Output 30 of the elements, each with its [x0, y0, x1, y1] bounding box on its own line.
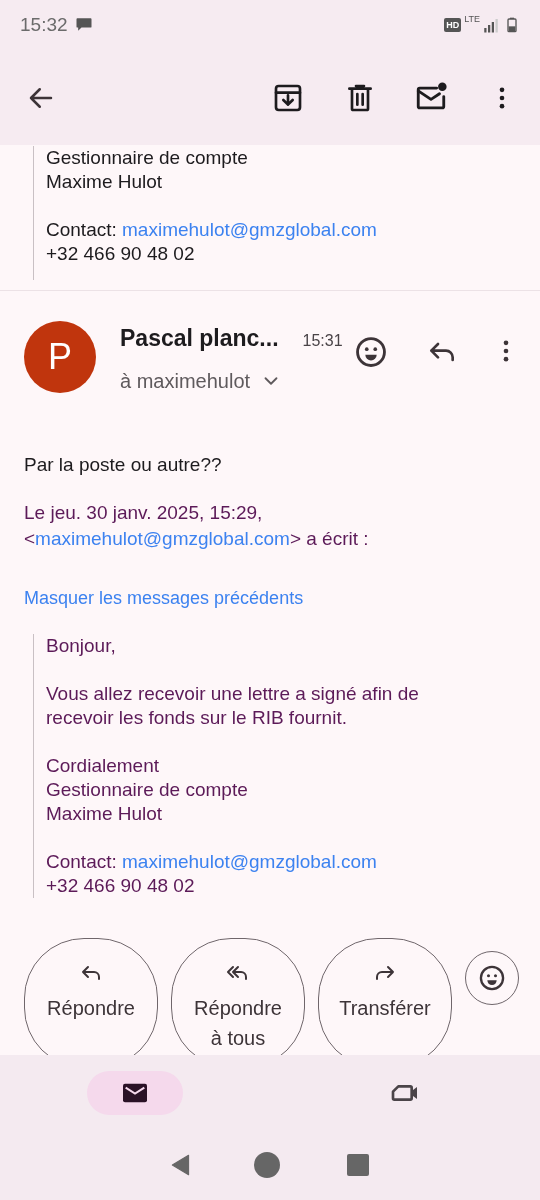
- quoted-text: Gestionnaire de compte: [46, 777, 249, 802]
- email-link[interactable]: maximehulot@gmzglobal.com: [35, 527, 290, 549]
- contact-line: Contact: maximehulot@gmzglobal.com: [46, 849, 378, 874]
- hd-badge: HD: [444, 18, 462, 32]
- quoted-text: Maxime Hulot: [46, 801, 164, 826]
- phone-number: +32 466 90 48 02: [46, 873, 196, 898]
- hide-quoted-link[interactable]: Masquer les messages précédents: [24, 585, 304, 610]
- emoji-icon[interactable]: [354, 335, 388, 369]
- recents-nav-icon[interactable]: [346, 1153, 370, 1177]
- home-nav-icon[interactable]: [254, 1152, 280, 1178]
- status-time: 15:32: [20, 12, 68, 37]
- sender-name: Pascal planc...: [120, 324, 279, 353]
- email-link[interactable]: maximehulot@gmzglobal.com: [122, 850, 377, 872]
- emoji-icon: [478, 963, 506, 992]
- signature-line: Gestionnaire de compte: [46, 146, 249, 170]
- quoted-text: Bonjour,: [46, 633, 117, 658]
- network-type: LTE: [464, 13, 480, 26]
- avatar: P: [24, 321, 96, 393]
- quote-attribution: Le jeu. 30 janv. 2025, 15:29, <maximehulot@gmzglobal.com> a écrit :: [24, 500, 370, 551]
- mail-tab[interactable]: [87, 1070, 183, 1115]
- signature-line: Maxime Hulot: [46, 170, 164, 194]
- message-body: Par la poste ou autre??: [24, 452, 223, 477]
- phone-number: +32 466 90 48 02: [46, 242, 196, 266]
- email-link[interactable]: maximehulot@gmzglobal.com: [122, 219, 377, 240]
- signal-icon: [482, 16, 500, 34]
- message-time: 15:31: [302, 331, 343, 351]
- contact-line: Contact: maximehulot@gmzglobal.com: [46, 218, 377, 242]
- quoted-text: Cordialement: [46, 753, 160, 778]
- recipient-toggle[interactable]: à maximehulot: [120, 365, 343, 396]
- quoted-text: Vous allez recevoir une lettre a signé afin de recevoir les fonds sur le RIB fournit.: [46, 681, 420, 730]
